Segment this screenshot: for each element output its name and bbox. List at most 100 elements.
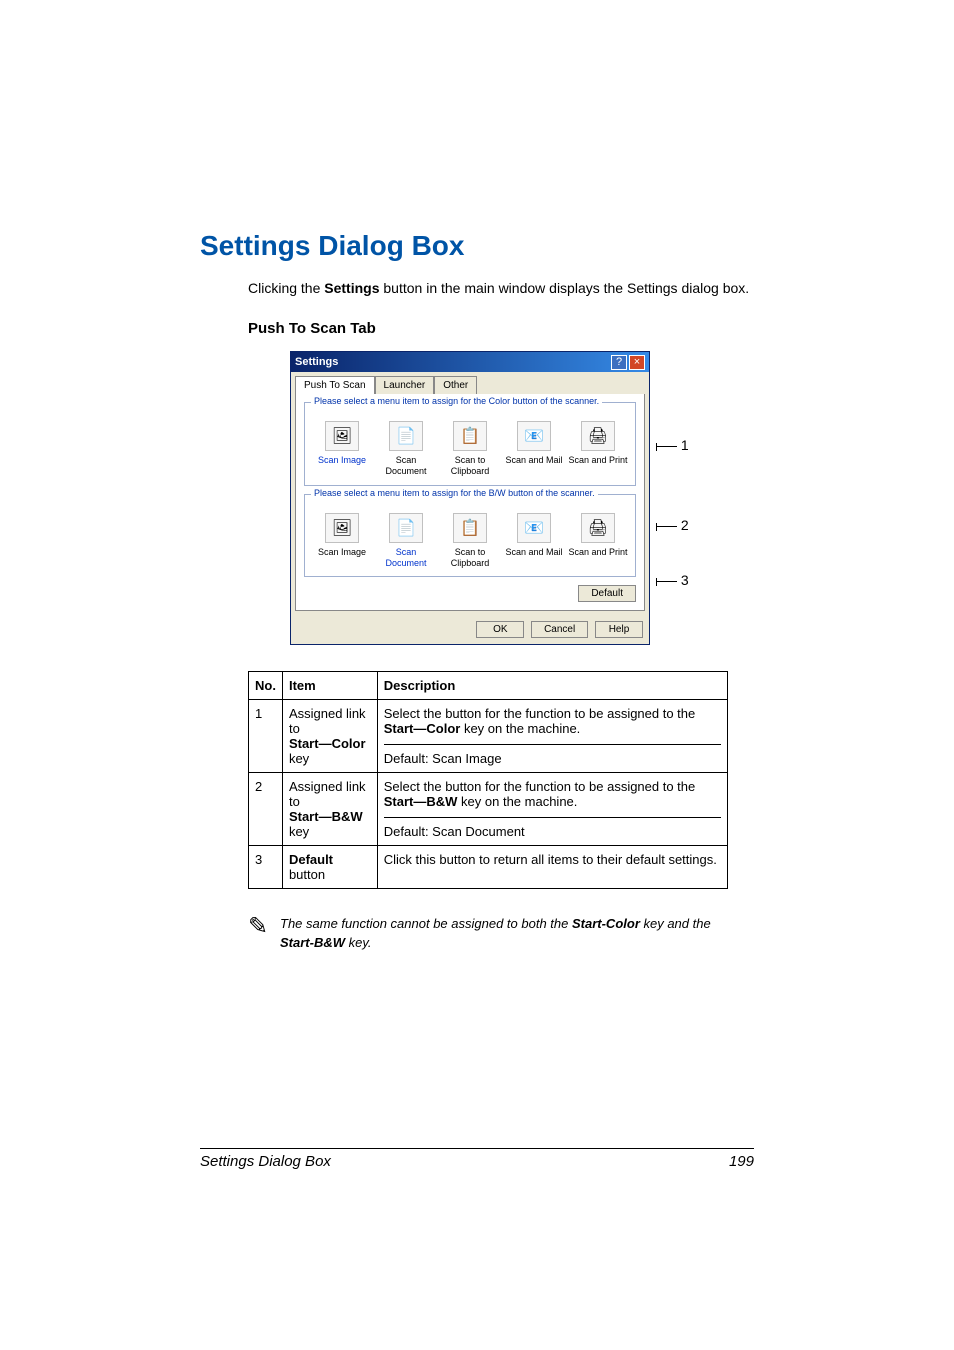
bw-item-scan-clipboard[interactable]: 📋 Scan to Clipboard <box>439 513 501 569</box>
footer-section-title: Settings Dialog Box <box>200 1153 331 1170</box>
r2-desc-a: Select the button for the function to be… <box>384 779 696 794</box>
color-item-scan-print[interactable]: 🖨 Scan and Print <box>567 421 629 477</box>
r2-item-post: key <box>289 824 309 839</box>
bw-item-label-0: Scan Image <box>311 547 373 558</box>
bw-item-label-2: Scan to Clipboard <box>439 547 501 569</box>
color-item-scan-clipboard[interactable]: 📋 Scan to Clipboard <box>439 421 501 477</box>
col-header-no: No. <box>249 672 283 700</box>
help-icon: ? <box>616 357 622 368</box>
subheading: Push To Scan Tab <box>248 320 754 337</box>
cell-desc-1: Select the button for the function to be… <box>377 700 727 773</box>
scan-image-icon: 🖼 <box>325 421 359 451</box>
bw-assignment-group: Please select a menu item to assign for … <box>304 494 636 578</box>
close-icon: × <box>634 357 640 368</box>
r2-item-pre: Assigned link to <box>289 779 366 809</box>
color-assignment-group: Please select a menu item to assign for … <box>304 402 636 486</box>
r1-item-post: key <box>289 751 309 766</box>
intro-bold: Settings <box>324 280 379 296</box>
title-bar: Settings ? × <box>291 352 649 372</box>
intro-pre: Clicking the <box>248 280 324 296</box>
tab-launcher[interactable]: Launcher <box>375 376 435 394</box>
scan-mail-icon: 📧 <box>517 513 551 543</box>
r3-item-bold: Default <box>289 852 333 867</box>
dialog-footer: OK Cancel Help <box>291 615 649 644</box>
bw-item-label-4: Scan and Print <box>567 547 629 558</box>
cell-desc-2: Select the button for the function to be… <box>377 773 727 846</box>
intro-paragraph: Clicking the Settings button in the main… <box>248 278 754 298</box>
color-item-label-2: Scan to Clipboard <box>439 455 501 477</box>
title-help-button[interactable]: ? <box>611 355 627 370</box>
scan-document-icon: 📄 <box>389 421 423 451</box>
bw-item-scan-mail[interactable]: 📧 Scan and Mail <box>503 513 565 569</box>
note-b2: Start-B&W <box>280 935 345 950</box>
scan-document-icon: 📄 <box>389 513 423 543</box>
note-pre: The same function cannot be assigned to … <box>280 916 572 931</box>
bw-item-scan-image[interactable]: 🖼 Scan Image <box>311 513 373 569</box>
color-item-scan-document[interactable]: 📄 Scan Document <box>375 421 437 477</box>
r2-desc-b: Start—B&W <box>384 794 458 809</box>
cell-item-3: Default button <box>282 846 377 889</box>
r3-item-post: button <box>289 867 325 882</box>
note-mid: key and the <box>640 916 711 931</box>
cell-no-3: 3 <box>249 846 283 889</box>
callout-3: 3 <box>681 572 689 588</box>
bw-item-scan-print[interactable]: 🖨 Scan and Print <box>567 513 629 569</box>
r1-desc-c: key on the machine. <box>460 721 580 736</box>
cell-no-1: 1 <box>249 700 283 773</box>
note: ✎ The same function cannot be assigned t… <box>248 915 728 951</box>
bw-item-label-1: Scan Document <box>375 547 437 569</box>
title-close-button[interactable]: × <box>629 355 645 370</box>
r1-default: Default: Scan Image <box>384 751 502 766</box>
callout-row-1: 1 <box>656 437 689 453</box>
bw-item-scan-document[interactable]: 📄 Scan Document <box>375 513 437 569</box>
note-text: The same function cannot be assigned to … <box>280 915 728 951</box>
cell-item-2: Assigned link to Start—B&W key <box>282 773 377 846</box>
r1-item-pre: Assigned link to <box>289 706 366 736</box>
r2-item-bold: Start—B&W <box>289 809 363 824</box>
color-item-label-3: Scan and Mail <box>503 455 565 466</box>
table-row: 1 Assigned link to Start—Color key Selec… <box>249 700 728 773</box>
tab-push-to-scan[interactable]: Push To Scan <box>295 376 375 394</box>
settings-dialog: Settings ? × Push To Scan Launcher Other… <box>290 351 650 645</box>
note-icon: ✎ <box>248 915 280 939</box>
intro-post: button in the main window displays the S… <box>380 280 750 296</box>
col-header-desc: Description <box>377 672 727 700</box>
help-button[interactable]: Help <box>595 621 643 638</box>
description-table: No. Item Description 1 Assigned link to … <box>248 671 728 889</box>
scan-clipboard-icon: 📋 <box>453 513 487 543</box>
r2-default: Default: Scan Document <box>384 824 525 839</box>
callout-row-2: 2 <box>656 517 689 533</box>
callout-2: 2 <box>681 517 689 533</box>
note-post: key. <box>345 935 372 950</box>
default-button[interactable]: Default <box>578 585 636 602</box>
footer-page-number: 199 <box>729 1153 754 1170</box>
dialog-title: Settings <box>295 356 611 368</box>
color-item-label-1: Scan Document <box>375 455 437 477</box>
callout-row-3: 3 <box>656 572 689 588</box>
r1-desc-a: Select the button for the function to be… <box>384 706 696 721</box>
ok-button[interactable]: OK <box>476 621 524 638</box>
cell-item-1: Assigned link to Start—Color key <box>282 700 377 773</box>
color-item-label-0: Scan Image <box>311 455 373 466</box>
page-heading: Settings Dialog Box <box>200 230 754 262</box>
tab-other[interactable]: Other <box>434 376 477 394</box>
color-item-label-4: Scan and Print <box>567 455 629 466</box>
cell-desc-3: Click this button to return all items to… <box>377 846 727 889</box>
tab-strip: Push To Scan Launcher Other <box>291 372 649 394</box>
cell-no-2: 2 <box>249 773 283 846</box>
r1-desc-b: Start—Color <box>384 721 461 736</box>
table-row: 3 Default button Click this button to re… <box>249 846 728 889</box>
table-row: 2 Assigned link to Start—B&W key Select … <box>249 773 728 846</box>
bw-group-title: Please select a menu item to assign for … <box>311 488 598 498</box>
color-item-scan-image[interactable]: 🖼 Scan Image <box>311 421 373 477</box>
scan-image-icon: 🖼 <box>325 513 359 543</box>
color-group-title: Please select a menu item to assign for … <box>311 396 602 406</box>
scan-print-icon: 🖨 <box>581 421 615 451</box>
scan-clipboard-icon: 📋 <box>453 421 487 451</box>
bw-item-label-3: Scan and Mail <box>503 547 565 558</box>
r1-item-bold: Start—Color <box>289 736 366 751</box>
callout-1: 1 <box>681 437 689 453</box>
color-item-scan-mail[interactable]: 📧 Scan and Mail <box>503 421 565 477</box>
scan-print-icon: 🖨 <box>581 513 615 543</box>
cancel-button[interactable]: Cancel <box>531 621 588 638</box>
